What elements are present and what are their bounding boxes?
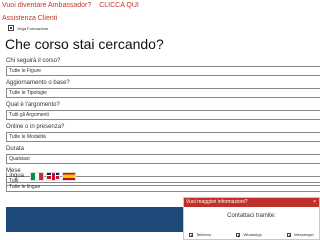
lingua-row: Lingua <box>6 171 78 181</box>
spanish-flag-icon[interactable] <box>62 171 77 181</box>
field-aggiornamento: Aggiornamento o base? Tutte le Tipologie <box>6 79 320 101</box>
logo[interactable]: Vega Formazione <box>8 24 48 32</box>
chat-title: Vuoi maggiori informazioni? <box>186 199 248 205</box>
italian-flag-icon[interactable] <box>30 171 45 181</box>
messenger-label: Messenger <box>294 232 314 237</box>
messenger-icon <box>287 232 292 237</box>
chat-widget: Vuoi maggiori informazioni? × Contattaci… <box>183 197 320 240</box>
chat-header[interactable]: Vuoi maggiori informazioni? × <box>184 198 319 207</box>
logo-text: Vega Formazione <box>17 25 49 31</box>
field-durata: Durata Qualsiasi <box>6 145 320 167</box>
modalita-select[interactable]: Tutte le Modalità <box>6 132 320 142</box>
messenger-button[interactable]: Messenger <box>287 232 314 237</box>
field-label: Online o in presenza? <box>6 124 65 130</box>
whatsapp-button[interactable]: WhatsApp <box>236 232 262 237</box>
chat-buttons: Telefono WhatsApp Messenger <box>189 232 314 237</box>
field-label: Chi seguirà il corso? <box>6 58 61 64</box>
logo-icon <box>8 25 14 31</box>
close-icon[interactable]: × <box>313 198 316 207</box>
page-title: Che corso stai cercando? <box>5 36 164 52</box>
chat-contact-label: Contattaci tramite: <box>227 213 276 219</box>
field-chi-seguira: Chi seguirà il corso? Tutte le Figure <box>6 57 320 79</box>
whatsapp-label: WhatsApp <box>243 232 262 237</box>
course-search-form: Chi seguirà il corso? Tutte le Figure Ag… <box>6 57 320 189</box>
durata-select[interactable]: Qualsiasi <box>6 154 320 164</box>
tipologie-select[interactable]: Tutte le Tipologie <box>6 88 320 98</box>
phone-icon <box>189 232 193 237</box>
telefono-label: Telefono <box>196 232 212 237</box>
field-modalita: Online o in presenza? Tutte le Modalità <box>6 123 320 145</box>
uk-flag-icon[interactable] <box>46 171 61 181</box>
field-label: Durata <box>6 146 25 152</box>
search-banner[interactable] <box>6 207 189 232</box>
ambassador-banner: Vuoi diventare Ambassador? CLICCA QUI <box>2 2 139 9</box>
argomenti-select[interactable]: Tutti gli Argomenti <box>6 110 320 120</box>
whatsapp-icon <box>236 232 241 237</box>
field-label: Aggiornamento o base? <box>6 80 70 86</box>
lingua-label: Lingua <box>6 173 25 179</box>
top-bar: Vuoi diventare Ambassador? CLICCA QUI As… <box>0 0 320 34</box>
assistenza-clienti-link[interactable]: Assistenza Clienti <box>2 15 57 22</box>
field-label: Qual è l'argomento? <box>6 102 60 108</box>
ambassador-cta-link[interactable]: CLICCA QUI <box>99 2 139 9</box>
telefono-button[interactable]: Telefono <box>189 232 211 237</box>
figure-select[interactable]: Tutte le Figure <box>6 66 320 76</box>
field-argomento: Qual è l'argomento? Tutti gli Argomenti <box>6 101 320 123</box>
ambassador-text[interactable]: Vuoi diventare Ambassador? <box>2 2 91 9</box>
lingue-select[interactable]: Tutte le lingue <box>6 182 320 192</box>
